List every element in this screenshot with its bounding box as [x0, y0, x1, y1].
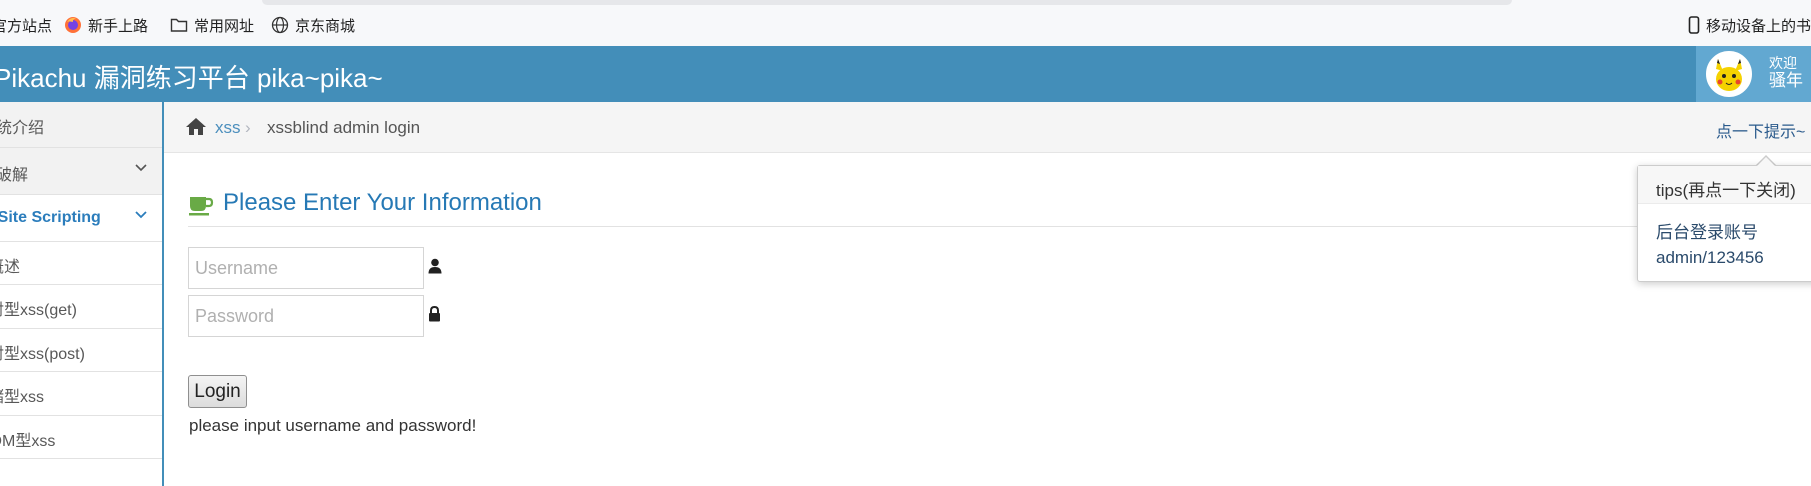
- user-menu[interactable]: 欢迎 骚年: [1696, 46, 1811, 102]
- sidebar-item-label: 反射型xss(post): [0, 346, 85, 363]
- login-message: please input username and password!: [189, 416, 477, 435]
- globe-icon: [271, 16, 289, 34]
- sidebar-item-label: 系统介绍: [0, 120, 45, 137]
- popover-credentials: admin/123456: [1656, 248, 1764, 267]
- mobile-bookmarks[interactable]: 移动设备上的书签: [1688, 15, 1811, 35]
- tips-popover[interactable]: tips(再点一下关闭) 后台登录账号 admin/123456: [1637, 165, 1811, 282]
- breadcrumb-link-xss[interactable]: xss: [215, 118, 241, 138]
- page-title: Please Enter Your Information: [223, 189, 542, 216]
- popover-line: 后台登录账号: [1656, 223, 1758, 242]
- sidebar-item-label: 概述: [0, 259, 21, 276]
- chevron-down-icon: [134, 207, 148, 226]
- password-input[interactable]: [188, 295, 424, 337]
- bookmark-official-site[interactable]: 官方站点: [0, 15, 52, 35]
- app-header: Pikachu 漏洞练习平台 pika~pika~: [0, 46, 1811, 102]
- welcome-label: 欢迎: [1769, 55, 1797, 71]
- bookmark-label: 常用网址: [194, 17, 255, 35]
- username-input[interactable]: [188, 247, 424, 289]
- home-icon[interactable]: [185, 117, 207, 141]
- breadcrumb: xss › xssblind admin login 点一下提示~: [164, 102, 1811, 153]
- sidebar-item-bruteforce[interactable]: 暴力破解: [0, 148, 162, 195]
- address-bar-edge: [262, 0, 1512, 5]
- sidebar-subitem-next[interactable]: [0, 459, 162, 486]
- chevron-down-icon: [134, 160, 148, 179]
- sidebar-item-label: 暴力破解: [0, 167, 29, 184]
- popover-title: tips(再点一下关闭): [1638, 166, 1811, 204]
- folder-icon: [170, 17, 188, 33]
- bookmark-jd-mall[interactable]: 京东商城: [271, 15, 355, 35]
- firefox-icon: [64, 16, 82, 34]
- sidebar-item-label: 反射型xss(get): [0, 302, 77, 319]
- mobile-icon: [1688, 16, 1700, 34]
- bookmark-newbie[interactable]: 新手上路: [64, 15, 148, 35]
- sidebar-subitem-reflected-get[interactable]: 反射型xss(get): [0, 285, 162, 329]
- bookmark-label: 移动设备上的书签: [1706, 17, 1811, 35]
- sidebar-subitem-dom[interactable]: DOM型xss: [0, 416, 162, 459]
- sidebar-subitem-stored[interactable]: 存储型xss: [0, 372, 162, 416]
- sidebar-item-intro[interactable]: 系统介绍: [0, 102, 162, 148]
- welcome-text: 欢迎 骚年: [1769, 54, 1803, 90]
- sidebar-item-label: 存储型xss: [0, 389, 45, 406]
- app-title[interactable]: Pikachu 漏洞练习平台 pika~pika~: [0, 58, 383, 95]
- coffee-cup-icon: [188, 194, 214, 221]
- page-header: Please Enter Your Information: [188, 186, 1811, 227]
- sidebar-item-xss[interactable]: Cross-Site Scripting: [0, 195, 162, 242]
- sidebar-subitem-reflected-post[interactable]: 反射型xss(post): [0, 329, 162, 372]
- bookmark-label: 新手上路: [88, 17, 149, 35]
- bookmark-label: 官方站点: [0, 17, 53, 35]
- tip-link[interactable]: 点一下提示~: [1716, 118, 1805, 142]
- bookmark-label: 京东商城: [295, 17, 356, 35]
- sidebar-item-label: DOM型xss: [0, 433, 56, 450]
- sidebar-subitem-overview[interactable]: 概述: [0, 242, 162, 285]
- breadcrumb-separator: ›: [245, 118, 251, 137]
- user-icon: [428, 258, 442, 279]
- sidebar-item-label: Cross-Site Scripting: [0, 209, 101, 226]
- user-name: 骚年: [1769, 71, 1803, 90]
- bookmarks-bar: 官方站点 新手上路 常用网址 京东商城: [0, 0, 1811, 47]
- popover-arrow-inner: [1756, 157, 1776, 167]
- bookmark-common-sites[interactable]: 常用网址: [170, 15, 254, 35]
- breadcrumb-current: xssblind admin login: [267, 118, 421, 137]
- lock-icon: [428, 305, 441, 327]
- sidebar: 系统介绍 暴力破解 Cross-Site Scripting 概述 反射型xss…: [0, 102, 164, 486]
- popover-body: 后台登录账号 admin/123456: [1656, 220, 1764, 270]
- login-button[interactable]: Login: [188, 375, 247, 408]
- pikachu-avatar-icon: [1706, 51, 1752, 97]
